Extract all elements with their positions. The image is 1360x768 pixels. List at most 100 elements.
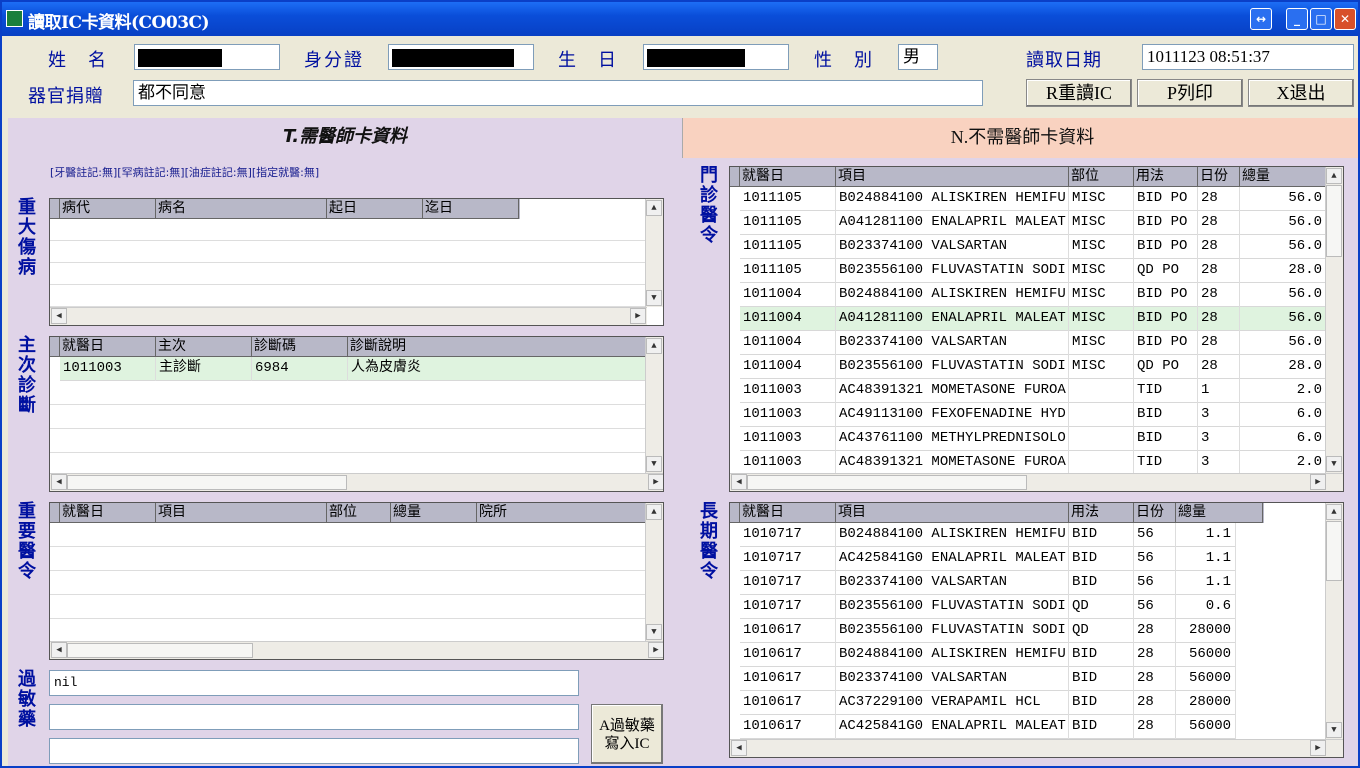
table-row[interactable]: 1010717 B023374100 VALSARTAN BID 56 1.1 [740, 571, 1236, 595]
outpatient-orders-grid[interactable]: 就醫日 項目 部位 用法 日份 總量 1011105 B024884100 ALI… [729, 166, 1344, 492]
vertical-scrollbar[interactable]: ▲ ▼ [645, 199, 663, 307]
table-row[interactable]: 1011003 主診斷 6984 人為皮膚炎 [60, 357, 647, 381]
col-header[interactable]: 就醫日 [60, 503, 156, 523]
cell: AC425841G0 ENALAPRIL MALEAT [836, 547, 1069, 571]
table-row[interactable]: 1011004 B023556100 FLUVASTATIN SODI MISC QD… [740, 355, 1327, 379]
col-header[interactable]: 起日 [327, 199, 423, 219]
allergy-field-1[interactable]: nil [49, 670, 579, 696]
cell: 1011003 [60, 357, 156, 381]
longterm-orders-grid[interactable]: 就醫日 項目 用法 日份 總量 1010717 B024884100 ALISKI… [729, 502, 1344, 758]
table-row[interactable]: 1010717 AC425841G0 ENALAPRIL MALEAT BID 56 1… [740, 547, 1236, 571]
organ-field[interactable]: 都不同意 [133, 80, 983, 106]
cell: AC48391321 MOMETASONE FUROA [836, 379, 1069, 403]
close-button[interactable]: ✕ [1334, 8, 1356, 30]
table-row[interactable]: 1011004 B024884100 ALISKIREN HEMIFU MISC BI… [740, 283, 1327, 307]
table-row[interactable]: 1011105 B024884100 ALISKIREN HEMIFU MISC BI… [740, 187, 1327, 211]
col-header[interactable]: 診斷說明 [348, 337, 647, 357]
horizontal-scrollbar[interactable]: ◀ ▶ [50, 473, 663, 491]
table-row[interactable]: 1010617 AC425841G0 ENALAPRIL MALEAT BID 28 5… [740, 715, 1236, 739]
col-header[interactable]: 總量 [1240, 167, 1327, 187]
important-orders-grid[interactable]: 就醫日 項目 部位 總量 院所 ▲ ▼ ◀ ▶ [49, 502, 664, 660]
col-header[interactable]: 院所 [477, 503, 647, 523]
horizontal-scrollbar[interactable]: ◀ ▶ [50, 641, 663, 659]
title-bar[interactable]: 讀取IC卡資料(CO03C) ↔ _ □ ✕ [2, 2, 1358, 36]
col-header[interactable]: 部位 [1069, 167, 1134, 187]
exit-button[interactable]: X退出 [1248, 79, 1354, 107]
read-date-field[interactable]: 1011123 08:51:37 [1142, 44, 1354, 70]
horizontal-scrollbar[interactable]: ◀ ▶ [730, 739, 1343, 757]
horizontal-scrollbar[interactable]: ◀ ▶ [50, 307, 647, 325]
restore-help-button[interactable]: ↔ [1250, 8, 1272, 30]
cell: BID PO [1134, 211, 1198, 235]
col-header[interactable]: 用法 [1134, 167, 1198, 187]
cell: MISC [1069, 283, 1134, 307]
minimize-button[interactable]: _ [1286, 8, 1308, 30]
col-header[interactable]: 主次 [156, 337, 252, 357]
col-header[interactable]: 項目 [836, 167, 1069, 187]
table-row[interactable]: 1011003 AC43761100 METHYLPREDNISOLO BID 3 6.… [740, 427, 1327, 451]
col-header[interactable]: 診斷碼 [252, 337, 348, 357]
cell: 28 [1134, 643, 1176, 667]
table-row[interactable]: 1011003 AC48391321 MOMETASONE FUROA TID 1 2.… [740, 379, 1327, 403]
cell: 1011004 [740, 355, 836, 379]
col-header[interactable]: 項目 [156, 503, 327, 523]
col-header[interactable]: 總量 [391, 503, 477, 523]
col-header[interactable]: 就醫日 [740, 503, 836, 523]
table-row[interactable]: 1011004 A041281100 ENALAPRIL MALEAT MISC BI… [740, 307, 1327, 331]
table-row[interactable]: 1011003 AC48391321 MOMETASONE FUROA TID 3 2.… [740, 451, 1327, 475]
allergy-field-2[interactable] [49, 704, 579, 730]
cell: B023556100 FLUVASTATIN SODI [836, 619, 1069, 643]
col-header[interactable]: 總量 [1176, 503, 1263, 523]
header-indicator [50, 503, 60, 523]
col-header[interactable]: 用法 [1069, 503, 1134, 523]
allergy-field-3[interactable] [49, 738, 579, 764]
col-header[interactable]: 就醫日 [60, 337, 156, 357]
table-row[interactable]: 1011105 B023374100 VALSARTAN MISC BID PO 28 5… [740, 235, 1327, 259]
col-header[interactable]: 迄日 [423, 199, 519, 219]
cell: BID [1069, 523, 1134, 547]
gender-field[interactable]: 男 [898, 44, 938, 70]
major-illness-grid[interactable]: 病代 病名 起日 迄日 ▲ ▼ ◀ ▶ [49, 198, 664, 326]
col-header[interactable]: 病代 [60, 199, 156, 219]
horizontal-scrollbar[interactable]: ◀ ▶ [730, 473, 1343, 491]
col-header[interactable]: 病名 [156, 199, 327, 219]
vertical-scrollbar[interactable]: ▲ ▼ [645, 503, 663, 641]
col-header[interactable]: 日份 [1134, 503, 1176, 523]
table-row[interactable]: 1011003 AC49113100 FEXOFENADINE HYD BID 3 6.… [740, 403, 1327, 427]
table-row[interactable]: 1011105 A041281100 ENALAPRIL MALEAT MISC BI… [740, 211, 1327, 235]
vertical-scrollbar[interactable]: ▲ ▼ [1325, 167, 1343, 473]
table-row[interactable]: 1010717 B024884100 ALISKIREN HEMIFU BID 56 1… [740, 523, 1236, 547]
table-row[interactable]: 1010617 B024884100 ALISKIREN HEMIFU BID 28 5… [740, 643, 1236, 667]
diagnosis-grid[interactable]: 就醫日 主次 診斷碼 診斷說明 1011003 主診斷 6984 人為皮膚炎 ▲… [49, 336, 664, 492]
cell: 56.0 [1240, 235, 1327, 259]
table-row[interactable]: 1010617 AC37229100 VERAPAMIL HCL BID 28 2800… [740, 691, 1236, 715]
cell: 28 [1198, 235, 1240, 259]
cell: BID [1069, 643, 1134, 667]
birth-field[interactable] [643, 44, 789, 70]
cell: B023556100 FLUVASTATIN SODI [836, 355, 1069, 379]
cell: 56.0 [1240, 331, 1327, 355]
grid-header: 就醫日 項目 部位 總量 院所 [50, 503, 647, 523]
vertical-scrollbar[interactable]: ▲ ▼ [1325, 503, 1343, 739]
id-field[interactable] [388, 44, 534, 70]
reread-ic-button[interactable]: R重讀IC [1026, 79, 1132, 107]
col-header[interactable]: 項目 [836, 503, 1069, 523]
tab-doctor-card-data[interactable]: T.需醫師卡資料 [8, 118, 682, 158]
name-field[interactable] [134, 44, 280, 70]
tab-no-doctor-card-data[interactable]: N.不需醫師卡資料 [682, 118, 1358, 158]
write-allergy-ic-button[interactable]: A過敏藥 寫入IC [591, 704, 663, 764]
print-button[interactable]: P列印 [1137, 79, 1243, 107]
maximize-button[interactable]: □ [1310, 8, 1332, 30]
table-row[interactable]: 1011004 B023374100 VALSARTAN MISC BID PO 28 5… [740, 331, 1327, 355]
table-row[interactable]: 1010717 B023556100 FLUVASTATIN SODI QD 56 0.… [740, 595, 1236, 619]
empty-rows [50, 219, 647, 307]
table-row[interactable]: 1010617 B023374100 VALSARTAN BID 28 56000 [740, 667, 1236, 691]
cell: 28 [1198, 283, 1240, 307]
col-header[interactable]: 就醫日 [740, 167, 836, 187]
col-header[interactable]: 日份 [1198, 167, 1240, 187]
col-header[interactable]: 部位 [327, 503, 391, 523]
table-row[interactable]: 1011105 B023556100 FLUVASTATIN SODI MISC QD… [740, 259, 1327, 283]
vertical-scrollbar[interactable]: ▲ ▼ [645, 337, 663, 473]
table-row[interactable]: 1010617 B023556100 FLUVASTATIN SODI QD 28 28… [740, 619, 1236, 643]
cell: 28 [1198, 259, 1240, 283]
